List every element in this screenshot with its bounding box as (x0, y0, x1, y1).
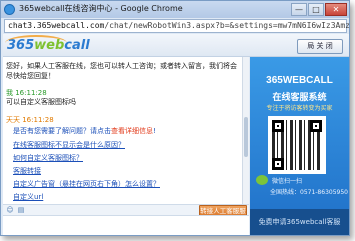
ad-subtitle: 在线客服系统 (272, 93, 327, 103)
wechat-icon (256, 175, 268, 185)
logo-arc (5, 35, 67, 51)
faq-link-custom-url[interactable]: 自定义url (13, 192, 43, 202)
greeting-text: 您好，如果人工客服在线，您也可以转人工咨询；或者转入留言，我们将会尽快给您回复！ (6, 62, 237, 80)
logo-call: call (64, 37, 90, 53)
ad-panel[interactable]: 365WEBCALL 在线客服系统 专注于将访客转变为买家 微信扫一扫 全国热线… (250, 57, 349, 235)
chat-header: 365 web call 局 关 闭 (3, 34, 349, 57)
url-host: chat3.365webcall.com (8, 21, 105, 30)
window-controls: — □ ✕ (290, 3, 347, 16)
emoji-icon[interactable]: ☺ (6, 206, 14, 214)
msg2-question: 是否有您需要了解问题？请点击查看详细信息! (13, 126, 156, 136)
hotline-text: 全国热线：0571-86305950 (270, 189, 348, 196)
url-text: chat3.365webcall.com/chat/newRobotWin3.a… (8, 21, 350, 30)
faq-link-icon-missing[interactable]: 在线客服图标不显示会是什么原因？ (13, 140, 125, 150)
ad-brand: 365WEBCALL (266, 75, 333, 86)
close-chat-button[interactable]: 局 关 闭 (297, 39, 343, 54)
window-title: 365webcall在线咨询中心 - Google Chrome (19, 4, 183, 13)
ad-tagline: 专注于将访客转变为买家 (266, 105, 333, 112)
msg1-text: 可以自定义客服图标吗 (6, 98, 76, 106)
faq-link-ad-window[interactable]: 自定义广告窗（悬挂在网页右下角）怎么设置？ (13, 179, 160, 189)
browser-window: 365webcall在线咨询中心 - Google Chrome — □ ✕ c… (0, 0, 350, 236)
maximize-button[interactable]: □ (308, 3, 324, 16)
qr-finder-tr (310, 120, 322, 132)
title-bar: 365webcall在线咨询中心 - Google Chrome — □ ✕ (1, 1, 349, 18)
chat-scrollbar[interactable] (242, 57, 249, 215)
msg2-question-end: ! (153, 127, 156, 135)
app-icon (4, 4, 15, 15)
qr-code (268, 116, 326, 174)
msg2-question-text: 是否有您需要了解问题？请点击 (13, 127, 111, 135)
file-icon[interactable]: ▤ (17, 206, 25, 214)
qr-finder-bl (272, 158, 284, 170)
msg2-sender: 天天 16:11:28 (6, 116, 54, 124)
faq-link-transfer[interactable]: 客服转接 (13, 166, 41, 176)
minimize-button[interactable]: — (291, 3, 307, 16)
365webcall-logo: 365 web call (5, 35, 90, 54)
scrollbar-thumb[interactable] (244, 117, 248, 157)
chat-messages: 您好，如果人工客服在线，您也可以转人工咨询；或者转入留言，我们将会尽快给您回复！… (3, 57, 242, 215)
greeting-line-1: 您好，如果人工客服在线，您也可以转人工咨询；或者转入留言，我们将会尽快给您回复！ (6, 61, 238, 81)
wechat-text: 微信扫一扫 (272, 178, 303, 185)
faq-link-custom-icon[interactable]: 如何自定义客服图标？ (13, 153, 83, 163)
view-details-link[interactable]: 查看详细信息 (111, 127, 153, 135)
message-input[interactable] (3, 215, 249, 235)
qr-finder-tl (272, 120, 284, 132)
url-path: /chat/newRobotWin3.aspx?b=&settings=mw7m… (104, 21, 350, 30)
close-window-button[interactable]: ✕ (325, 3, 347, 16)
address-bar[interactable]: chat3.365webcall.com/chat/newRobotWin3.a… (4, 19, 350, 33)
ad-footer-link[interactable]: 免费申请365webcall客服 (250, 209, 349, 235)
